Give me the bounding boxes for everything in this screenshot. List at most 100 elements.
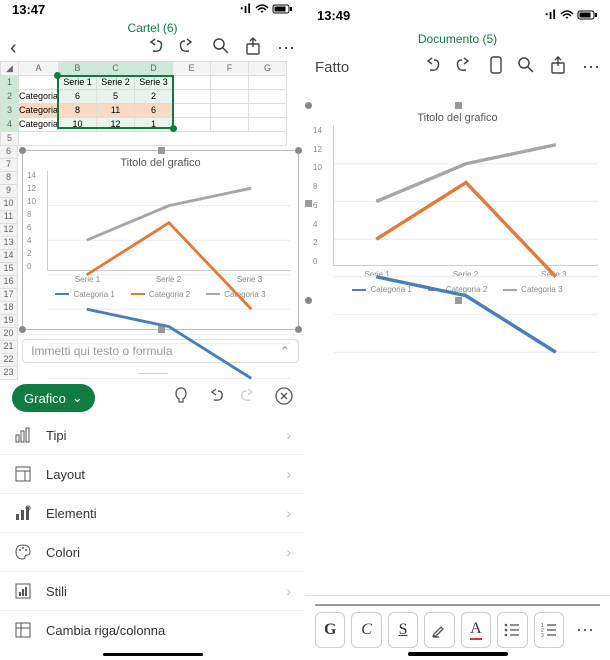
- row-header[interactable]: 12: [0, 224, 17, 237]
- underline-button[interactable]: S: [388, 612, 418, 648]
- chevron-right-icon: ›: [286, 466, 291, 482]
- italic-button[interactable]: C: [351, 612, 381, 648]
- corner-cell[interactable]: ◢: [1, 61, 19, 75]
- menu-item-elements[interactable]: Elementi ›: [0, 494, 305, 533]
- selection-handle[interactable]: [54, 72, 61, 79]
- row-header[interactable]: 20: [0, 328, 17, 341]
- doc-title: Cartel (6): [0, 19, 305, 37]
- row-header[interactable]: 9: [0, 185, 17, 198]
- col-header[interactable]: G: [249, 61, 287, 75]
- menu-item-colors[interactable]: Colori ›: [0, 533, 305, 572]
- share-icon[interactable]: [245, 37, 261, 60]
- row-header[interactable]: 10: [0, 198, 17, 211]
- menu-item-styles[interactable]: Stili ›: [0, 572, 305, 611]
- row-header[interactable]: 16: [0, 276, 17, 289]
- more-icon[interactable]: ⋯: [277, 38, 295, 59]
- chart-object[interactable]: Titolo del grafico 14121086420: [309, 106, 606, 300]
- col-header[interactable]: C: [97, 61, 135, 75]
- menu-item-swap[interactable]: Cambia riga/colonna: [0, 611, 305, 649]
- layout-icon: [14, 466, 32, 482]
- resize-handle[interactable]: [19, 326, 26, 333]
- cell[interactable]: Categoria: [19, 103, 59, 117]
- bold-button[interactable]: G: [315, 612, 345, 648]
- more-formatting-icon[interactable]: ⋯: [570, 620, 600, 641]
- bullet-list-button[interactable]: [497, 612, 527, 648]
- resize-handle[interactable]: [305, 102, 312, 109]
- series-line-3: [87, 188, 252, 240]
- cell[interactable]: 1: [135, 117, 173, 131]
- row-header[interactable]: 13: [0, 237, 17, 250]
- menu-item-types[interactable]: Tipi ›: [0, 416, 305, 455]
- cell[interactable]: Serie 1: [59, 75, 97, 89]
- row-header[interactable]: 17: [0, 289, 17, 302]
- cell[interactable]: Categoria: [19, 117, 59, 131]
- undo-icon[interactable]: [422, 57, 440, 78]
- cell[interactable]: 11: [97, 103, 135, 117]
- undo-icon[interactable]: [145, 38, 163, 59]
- row-header[interactable]: 23: [0, 367, 17, 380]
- home-indicator[interactable]: [408, 652, 508, 656]
- cell[interactable]: 6: [135, 103, 173, 117]
- row-header[interactable]: 19: [0, 315, 17, 328]
- back-button[interactable]: ‹: [10, 37, 17, 60]
- share-icon[interactable]: [550, 56, 566, 79]
- resize-handle[interactable]: [158, 147, 165, 154]
- resize-handle[interactable]: [305, 297, 312, 304]
- resize-handle[interactable]: [19, 147, 26, 154]
- spreadsheet[interactable]: ◢ A B C D E F G 1 Serie 1 Serie 2 Serie …: [0, 61, 305, 146]
- cell[interactable]: 5: [97, 89, 135, 103]
- redo-icon[interactable]: [179, 38, 197, 59]
- chevron-right-icon: ›: [286, 427, 291, 443]
- cell[interactable]: 10: [59, 117, 97, 131]
- row-header[interactable]: 11: [0, 211, 17, 224]
- cell[interactable]: 8: [59, 103, 97, 117]
- row-header[interactable]: 1: [1, 75, 19, 89]
- cell[interactable]: 6: [59, 89, 97, 103]
- col-header[interactable]: A: [19, 61, 59, 75]
- series-line-2: [87, 222, 252, 308]
- resize-handle[interactable]: [295, 147, 302, 154]
- plot-area: [47, 171, 290, 271]
- mobile-view-icon[interactable]: [490, 56, 502, 79]
- selection-handle[interactable]: [170, 125, 177, 132]
- more-icon[interactable]: ⋯: [582, 57, 600, 78]
- col-header[interactable]: F: [211, 61, 249, 75]
- search-icon[interactable]: [213, 38, 229, 59]
- menu-item-layout[interactable]: Layout ›: [0, 455, 305, 494]
- search-icon[interactable]: [518, 57, 534, 78]
- cell[interactable]: Serie 3: [135, 75, 173, 89]
- row-header[interactable]: 4: [1, 117, 19, 131]
- done-button[interactable]: Fatto: [315, 59, 349, 76]
- palette-icon: [14, 544, 32, 560]
- font-color-button[interactable]: A: [461, 612, 491, 648]
- cell[interactable]: Categoria: [19, 89, 59, 103]
- row-header[interactable]: 7: [0, 159, 17, 172]
- numbered-list-button[interactable]: 123: [534, 612, 564, 648]
- home-indicator[interactable]: [103, 653, 203, 656]
- row-header[interactable]: 15: [0, 263, 17, 276]
- resize-handle[interactable]: [455, 102, 462, 109]
- cell[interactable]: 2: [135, 89, 173, 103]
- redo-icon[interactable]: [456, 57, 474, 78]
- row-header[interactable]: 18: [0, 302, 17, 315]
- row-header[interactable]: 2: [1, 89, 19, 103]
- chart-object[interactable]: Titolo del grafico 14121086420: [22, 150, 299, 330]
- resize-handle[interactable]: [305, 200, 312, 207]
- row-header[interactable]: 6: [0, 146, 17, 159]
- col-header[interactable]: B: [59, 61, 97, 75]
- highlight-button[interactable]: [424, 612, 454, 648]
- row-header[interactable]: 5: [1, 131, 19, 145]
- col-header[interactable]: D: [135, 61, 173, 75]
- row-header[interactable]: 14: [0, 250, 17, 263]
- toolbar: ‹ ⋯: [0, 37, 305, 61]
- cell[interactable]: 12: [97, 117, 135, 131]
- resize-handle[interactable]: [295, 326, 302, 333]
- chevron-right-icon: ›: [286, 583, 291, 599]
- cell[interactable]: Serie 2: [97, 75, 135, 89]
- row-header[interactable]: 21: [0, 341, 17, 354]
- row-header[interactable]: 3: [1, 103, 19, 117]
- row-header[interactable]: 8: [0, 172, 17, 185]
- y-axis: 14121086420: [313, 126, 322, 266]
- col-header[interactable]: E: [173, 61, 211, 75]
- row-header[interactable]: 22: [0, 354, 17, 367]
